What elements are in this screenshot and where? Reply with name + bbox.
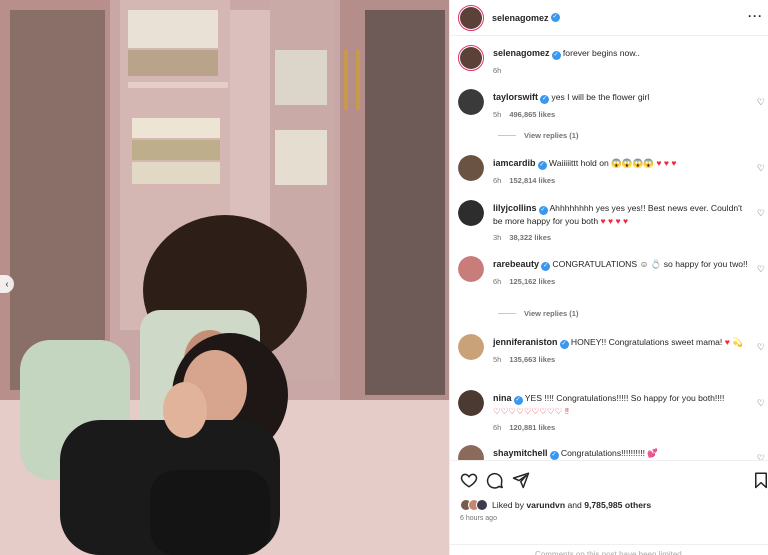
verified-icon: ✓ — [537, 161, 547, 170]
liker-avatar — [476, 499, 488, 511]
post-photo: ‹ — [0, 0, 449, 555]
heart-icon[interactable]: ♡ — [757, 398, 765, 409]
verified-icon: ✓ — [513, 396, 523, 405]
comment-text: CONGRATULATIONS — [552, 259, 638, 269]
comment-text-continued: so happy for you two!! — [663, 259, 748, 269]
comment-time: 5h — [493, 355, 502, 364]
verified-icon: ✓ — [541, 262, 551, 271]
author-username[interactable]: selenagomez — [492, 13, 549, 23]
comment-time: 6h — [493, 277, 502, 286]
commenter-avatar[interactable] — [458, 334, 484, 360]
commenter-username[interactable]: iamcardib — [493, 158, 536, 168]
commenter-avatar[interactable] — [458, 155, 484, 181]
commenter-username[interactable]: taylorswift — [493, 92, 538, 102]
comment-time: 6h — [493, 176, 502, 185]
commenter-avatar[interactable] — [458, 200, 484, 226]
comment-emoji: ♡♡♡♡♡♡♡♡♡ ‼ — [493, 406, 570, 416]
commenter-avatar[interactable] — [458, 89, 484, 115]
verified-icon: ✓ — [540, 95, 550, 104]
verified-icon: ✓ — [559, 340, 569, 349]
comment-text: HONEY!! Congratulations sweet mama! — [570, 337, 723, 347]
comment-text: Waiiiiittt hold on — [548, 158, 609, 168]
comment-likes[interactable]: 135,663 likes — [509, 355, 555, 364]
liked-by-and: and — [565, 500, 585, 510]
caption-time: 6h — [493, 66, 502, 75]
heart-icon[interactable] — [460, 471, 478, 489]
verified-icon: ✓ — [538, 206, 548, 215]
comment-emoji: ♥ 💫 — [724, 337, 743, 347]
comments-list: selenagomez ✓ forever begins now.. 6h tay… — [450, 37, 768, 460]
comment-time: 3h — [493, 233, 502, 242]
commenter-username[interactable]: jenniferaniston — [493, 337, 558, 347]
action-bar: Liked by varundvn and 9,785,985 others 6… — [450, 460, 768, 555]
commenter-avatar[interactable] — [458, 445, 484, 460]
verified-icon: ✓ — [551, 51, 561, 60]
comment-likes[interactable]: 38,322 likes — [509, 233, 551, 242]
comments-limited-notice: Comments on this post have been limited. — [450, 544, 768, 555]
comment-likes[interactable]: 125,162 likes — [509, 277, 555, 286]
photo-image — [0, 0, 449, 555]
share-icon[interactable] — [512, 471, 530, 489]
heart-icon[interactable]: ♡ — [757, 97, 765, 108]
caption-username[interactable]: selenagomez — [493, 48, 550, 58]
verified-icon: ✓ — [550, 13, 560, 22]
comment-text: Congratulations!!!!!!!!!! — [560, 448, 645, 458]
comment-time: 5h — [493, 110, 502, 119]
comment-icon[interactable] — [486, 471, 504, 489]
bookmark-icon[interactable] — [752, 471, 768, 489]
heart-icon[interactable]: ♡ — [757, 342, 765, 353]
liked-by-user[interactable]: varundvn — [526, 500, 565, 510]
commenter-username[interactable]: nina — [493, 393, 512, 403]
commenter-username[interactable]: rarebeauty — [493, 259, 539, 269]
comment-likes[interactable]: 496,865 likes — [509, 110, 555, 119]
commenter-username[interactable]: shaymitchell — [493, 448, 548, 458]
heart-icon[interactable]: ♡ — [757, 264, 765, 275]
view-replies-button[interactable]: View replies (1) — [498, 309, 578, 318]
comment-likes[interactable]: 120,881 likes — [509, 423, 555, 432]
verified-icon: ✓ — [549, 451, 559, 460]
comment-emoji: ☺ 💍 — [639, 259, 662, 269]
liked-by-prefix: Liked by — [492, 500, 527, 510]
comment-time: 6h — [493, 423, 502, 432]
commenter-avatar[interactable] — [458, 390, 484, 416]
comment-text: yes I will be the flower girl — [551, 92, 650, 102]
heart-icon[interactable]: ♡ — [757, 208, 765, 219]
commenter-avatar[interactable] — [458, 256, 484, 282]
comment-likes[interactable]: 152,814 likes — [509, 176, 555, 185]
comment-text: YES !!!! Congratulations!!!!! So happy f… — [524, 393, 725, 403]
author-avatar[interactable] — [458, 45, 484, 71]
post-panel: selenagomez ✓ ··· selenagomez ✓ forever b… — [449, 0, 768, 555]
comment-emoji: 💕 — [647, 448, 659, 458]
likes-summary: Liked by varundvn and 9,785,985 others — [460, 499, 651, 511]
author-avatar[interactable] — [458, 4, 484, 31]
view-replies-button[interactable]: View replies (1) — [498, 131, 578, 140]
heart-icon[interactable]: ♡ — [757, 453, 765, 460]
commenter-username[interactable]: lilyjcollins — [493, 203, 537, 213]
post-time: 6 hours ago — [460, 515, 497, 522]
comment-emoji: 😱😱😱😱 ♥ ♥ ♥ — [611, 158, 677, 168]
more-icon[interactable]: ··· — [748, 9, 763, 23]
heart-icon[interactable]: ♡ — [757, 163, 765, 174]
caption-text: forever begins now.. — [562, 48, 640, 58]
comment-emoji: ♥ ♥ ♥ ♥ — [600, 216, 629, 226]
likes-count[interactable]: 9,785,985 others — [584, 500, 651, 510]
post-header: selenagomez ✓ ··· — [450, 0, 768, 36]
